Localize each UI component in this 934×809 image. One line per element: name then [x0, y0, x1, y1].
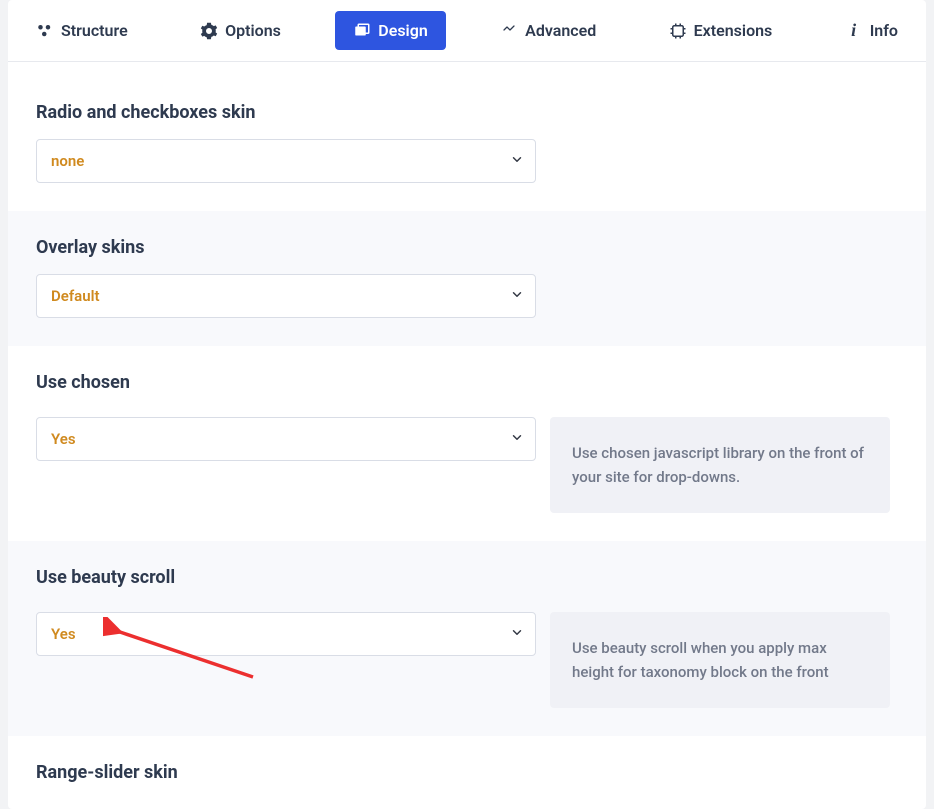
field-radio-skin: Radio and checkboxes skin none: [8, 62, 926, 211]
field-label: Use beauty scroll: [36, 567, 898, 588]
tab-label: Advanced: [525, 21, 596, 40]
field-use-chosen: Use chosen Yes Use chosen javascript lib…: [8, 346, 926, 541]
tab-options[interactable]: Options: [182, 11, 299, 50]
tab-bar: Structure Options Design Advanced Extens…: [8, 0, 926, 62]
tab-label: Options: [225, 21, 281, 40]
select-use-chosen[interactable]: Yes: [36, 417, 536, 461]
extensions-icon: [669, 22, 687, 40]
field-range-slider: Range-slider skin: [8, 736, 926, 809]
select-radio-skin[interactable]: none: [36, 139, 536, 183]
gear-icon: [200, 22, 218, 40]
design-icon: [353, 22, 371, 40]
field-use-beauty-scroll: Use beauty scroll Yes Use beauty scroll …: [8, 541, 926, 736]
design-content: Radio and checkboxes skin none Overlay s…: [8, 62, 926, 809]
select-overlay-skins[interactable]: Default: [36, 274, 536, 318]
tab-design[interactable]: Design: [335, 11, 445, 50]
tab-structure[interactable]: Structure: [18, 11, 146, 50]
tab-info[interactable]: i Info: [827, 11, 916, 50]
field-label: Radio and checkboxes skin: [36, 102, 898, 123]
settings-panel: Structure Options Design Advanced Extens…: [8, 0, 926, 809]
select-value: Yes: [51, 430, 76, 448]
info-icon: i: [845, 22, 863, 40]
select-value: none: [51, 152, 84, 170]
tab-label: Info: [870, 21, 898, 40]
select-value: Default: [51, 287, 100, 305]
structure-icon: [36, 22, 54, 40]
tab-advanced[interactable]: Advanced: [482, 11, 614, 50]
tab-label: Design: [378, 21, 427, 40]
select-value: Yes: [51, 625, 76, 643]
tab-label: Structure: [61, 21, 128, 40]
advanced-icon: [500, 22, 518, 40]
tab-extensions[interactable]: Extensions: [651, 11, 791, 50]
select-use-beauty[interactable]: Yes: [36, 612, 536, 656]
field-label: Use chosen: [36, 372, 898, 393]
help-text: Use beauty scroll when you apply max hei…: [550, 612, 890, 708]
field-label: Overlay skins: [36, 237, 898, 258]
tab-label: Extensions: [694, 21, 773, 40]
help-text: Use chosen javascript library on the fro…: [550, 417, 890, 513]
field-label: Range-slider skin: [36, 762, 898, 783]
field-overlay-skins: Overlay skins Default: [8, 211, 926, 346]
